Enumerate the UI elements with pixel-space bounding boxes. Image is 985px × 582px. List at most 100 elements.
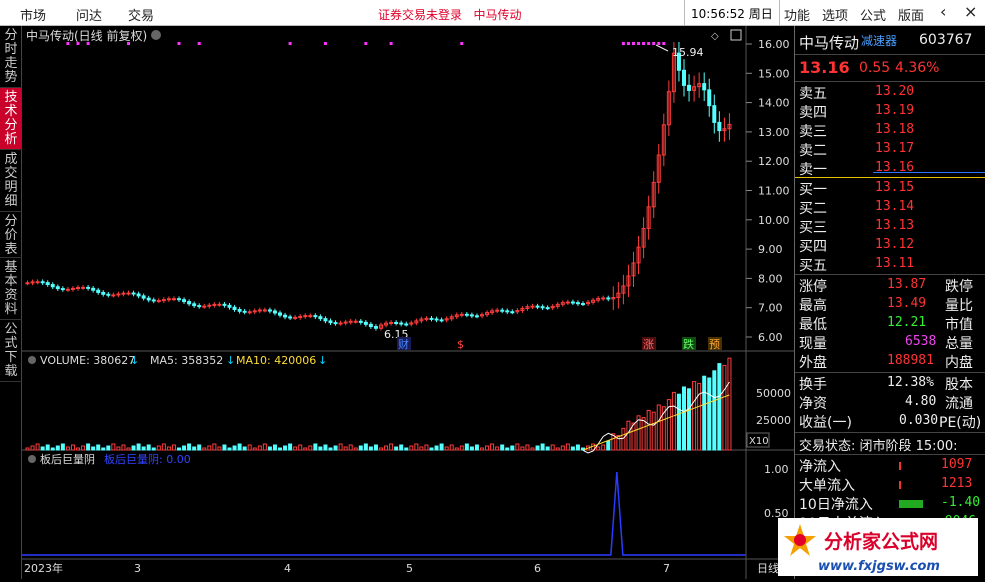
chart-menu-icon[interactable] [151,30,161,40]
volume-bar [550,444,555,451]
close-icon[interactable]: × [964,2,977,21]
volume-bar [530,447,535,451]
buy-price[interactable]: 13.13 [875,218,914,233]
diamond-icon[interactable]: ◇ [711,31,719,42]
candle-body [333,322,338,325]
nav-technical-label: 技术分析 [4,90,18,147]
ma5-legend: MA5: 358352 [150,354,223,367]
volume-bar [192,446,197,451]
buy-price[interactable]: 13.15 [875,180,914,195]
volume-bar [490,443,495,451]
marker-forecast[interactable]: 预 [709,338,720,351]
top-menu-bar: 市场 问达 交易 证券交易未登录 中马传动 10:56:52 周日 功能 选项 … [0,0,985,26]
candle-body [358,320,363,323]
marker-finance[interactable]: 财 [398,337,409,351]
candle-body [343,321,348,324]
back-icon[interactable]: ‹ [940,2,946,21]
volume-bar [313,443,318,451]
volume-arrow-icon: ↓ [130,354,139,367]
candle-body [353,320,358,323]
volume-bar [641,417,646,451]
marker-up[interactable]: 涨 [643,338,654,351]
nav-formula-download-label: 公式下载 [4,322,18,379]
divider [795,432,985,433]
login-notice[interactable]: 证券交易未登录 中马传动 [378,6,521,23]
chart-area[interactable]: 中马传动(日线 前复权) ◇ 16.00 15.00 14.00 13.00 12.00… [22,26,794,579]
buy-price[interactable]: 13.12 [875,237,914,252]
tab-trade[interactable]: 交易 [128,5,154,24]
sector-tag[interactable]: 减速器 [861,32,897,49]
price-axis: 16.00 15.00 14.00 13.00 12.00 11.00 10.00 9.00 8… [758,38,790,344]
marker-dollar[interactable]: $ [457,338,464,351]
divider [795,274,985,275]
volume-bar [505,447,510,451]
candle-body [86,286,91,289]
volume-bar [464,443,469,451]
buy-price[interactable]: 13.11 [875,256,914,271]
vol-unit: X10 [749,436,769,447]
sell-price[interactable]: 13.18 [875,122,914,137]
candle-body [565,301,570,304]
volume-bar [570,446,575,451]
menu-layout[interactable]: 版面 [898,5,924,24]
menu-function[interactable]: 功能 [784,5,810,24]
marker-down[interactable]: 跌 [683,337,694,351]
volume-bar [338,443,343,451]
candle-body [76,287,80,290]
buy-label: 买四 [799,239,827,255]
sell-price[interactable]: 13.20 [875,84,914,99]
candle-body [348,320,353,323]
candle-body [247,311,252,314]
nav-trades-label: 成交明细 [4,152,18,209]
period-label[interactable]: 日线 [757,561,779,575]
volume-bar [242,446,247,451]
candle-body [368,323,373,328]
volume-bar [414,443,419,451]
candle-body [303,315,308,318]
sell-price[interactable]: 13.19 [875,103,914,118]
nav-formula-download[interactable]: 公式下载 [0,320,22,382]
stat-label: 换手 [799,377,827,393]
nav-fundamentals[interactable]: 基本资料 [0,258,22,320]
login-status[interactable]: 证券交易未登录 [378,8,462,22]
side-nav: 分时走势 技术分析 成交明细 分价表 基本资料 公式下载 [0,26,22,579]
sell-price[interactable]: 13.17 [875,141,914,156]
buy-price[interactable]: 13.14 [875,199,914,214]
candle-body [202,305,207,308]
stat-value: 0.030 [899,413,939,428]
indicator-name[interactable]: 板后巨量阴 [40,452,95,466]
tab-wenda[interactable]: 问达 [76,5,102,24]
volume-menu-icon[interactable] [28,356,36,364]
candle-body [510,311,515,314]
volume-bar [621,427,626,451]
menu-formula[interactable]: 公式 [860,5,886,24]
volume-bar [55,445,60,451]
nav-trades[interactable]: 成交明细 [0,150,22,212]
volume-bar [171,444,176,451]
tab-market[interactable]: 市场 [20,5,46,24]
kline-chart[interactable]: 中马传动(日线 前复权) ◇ 16.00 15.00 14.00 13.00 12.00… [22,26,794,579]
nav-intraday[interactable]: 分时走势 [0,26,22,88]
nav-price-table[interactable]: 分价表 [0,212,22,258]
candle-body [30,281,35,284]
stock-title: 中马传动 [473,8,522,22]
indicator-menu-icon[interactable] [28,455,36,463]
volume-bar [520,446,525,451]
volume-bar [288,443,293,451]
volume-bar [177,447,181,451]
window-toggle-icon[interactable] [730,29,742,41]
volume-bar [323,444,328,451]
menu-options[interactable]: 选项 [822,5,848,24]
volume-bar [485,445,490,451]
candle-body [328,320,333,324]
price-tick: 12.00 [758,155,790,168]
volume-bar [373,444,378,451]
price-tick: 9.00 [758,243,783,256]
divider [795,454,985,455]
volume-bar [419,446,424,451]
candle-body [459,313,464,316]
candle-body [323,318,328,322]
nav-technical[interactable]: 技术分析 [0,88,22,150]
volume-bar [278,447,282,451]
candle-body [545,307,550,310]
